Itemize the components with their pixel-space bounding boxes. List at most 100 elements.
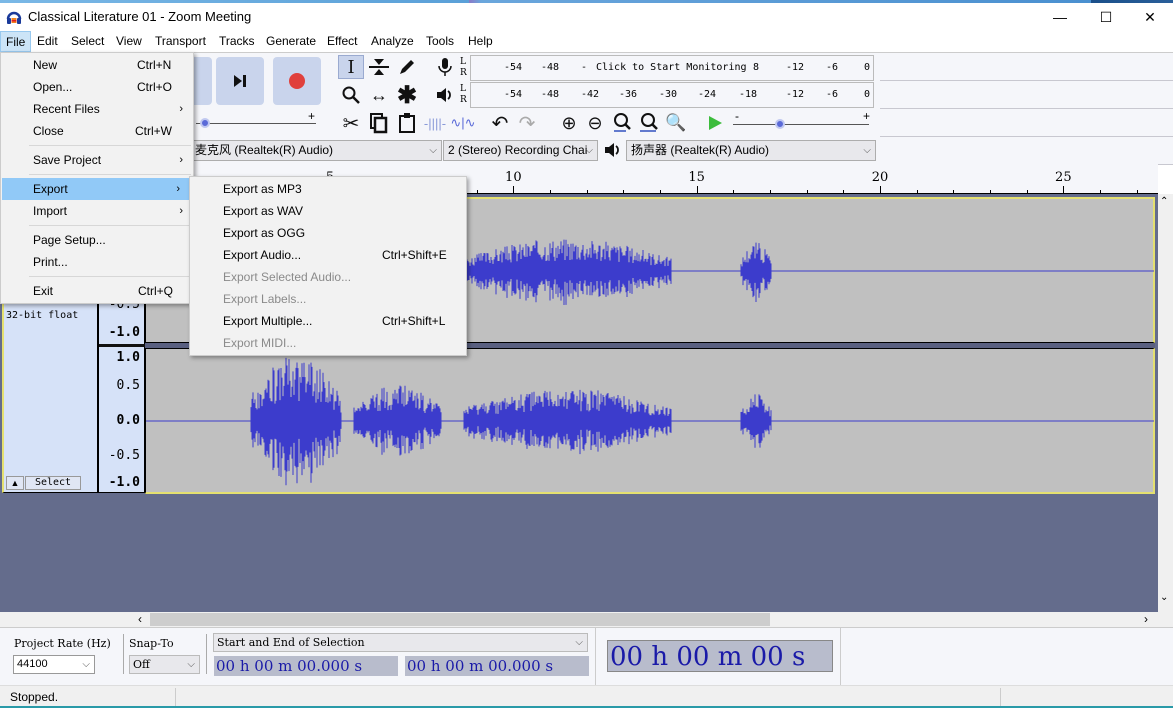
undo-icon: ↶	[491, 112, 509, 135]
export-submenu: Export as MP3 Export as WAV Export as OG…	[189, 176, 467, 356]
menu-item-page-setup[interactable]: Page Setup...	[1, 229, 193, 251]
zoom-toggle-icon: 🔍	[665, 113, 687, 132]
menu-item-export-mp3[interactable]: Export as MP3	[190, 178, 466, 200]
fit-selection-button[interactable]	[609, 111, 635, 135]
fit-selection-icon	[614, 113, 631, 132]
paste-button[interactable]	[394, 111, 420, 135]
menu-effect[interactable]: Effect	[322, 31, 362, 52]
triangle-up-icon: ▲	[10, 478, 20, 488]
selection-tool[interactable]: I	[338, 55, 364, 79]
selection-end-time[interactable]: 00 h 00 m 00.000 s	[405, 656, 589, 676]
scissors-icon: ✂	[342, 112, 360, 135]
chevron-right-icon: ›	[179, 154, 183, 166]
menu-item-open[interactable]: Open... Ctrl+O	[1, 76, 193, 98]
audacity-logo-icon	[6, 11, 22, 24]
menu-item-print[interactable]: Print...	[1, 251, 193, 273]
audio-position-time[interactable]: 00 h 00 m 00 s	[607, 640, 833, 672]
menu-analyze[interactable]: Analyze	[366, 31, 419, 52]
undo-button[interactable]: ↶	[487, 111, 513, 135]
multi-tool[interactable]: ✱	[394, 81, 420, 109]
menu-item-export-ogg[interactable]: Export as OGG	[190, 222, 466, 244]
skip-to-end-button[interactable]	[216, 57, 264, 105]
menu-item-recent-files[interactable]: Recent Files ›	[1, 98, 193, 120]
snap-to-select[interactable]: Off ⌵	[129, 655, 200, 674]
envelope-icon	[369, 59, 389, 75]
playback-speed-slider[interactable]: - +	[733, 109, 873, 131]
menu-generate[interactable]: Generate	[261, 31, 321, 52]
file-menu-dropdown: New Ctrl+N Open... Ctrl+O Recent Files › Cl…	[0, 52, 194, 304]
menu-edit[interactable]: Edit	[32, 31, 63, 52]
menu-item-export-wav[interactable]: Export as WAV	[190, 200, 466, 222]
menu-item-export-multiple[interactable]: Export Multiple... Ctrl+Shift+L	[190, 310, 466, 332]
trim-button[interactable]: -||||-	[422, 111, 448, 135]
recording-volume-slider[interactable]: +	[196, 109, 318, 131]
asterisk-icon: ✱	[396, 81, 418, 109]
record-button[interactable]	[273, 57, 321, 105]
menu-item-export-audio[interactable]: Export Audio... Ctrl+Shift+E	[190, 244, 466, 266]
time-shift-tool[interactable]: ↔	[366, 83, 392, 107]
menu-item-new[interactable]: New Ctrl+N	[1, 54, 193, 76]
scroll-right-icon[interactable]: ›	[1144, 612, 1148, 626]
menu-help[interactable]: Help	[463, 31, 498, 52]
menu-tools[interactable]: Tools	[421, 31, 459, 52]
scroll-down-icon[interactable]: ⌄	[1160, 592, 1168, 603]
selection-mode-select[interactable]: Start and End of Selection ⌵	[213, 633, 588, 652]
menu-item-close[interactable]: Close Ctrl+W	[1, 120, 193, 142]
zoom-toggle-button[interactable]: 🔍	[663, 111, 689, 135]
vertical-scrollbar[interactable]: ⌃ ⌄	[1158, 194, 1173, 612]
collapse-track-button[interactable]: ▲	[6, 476, 24, 490]
redo-button[interactable]: ↷	[514, 111, 540, 135]
silence-button[interactable]: ∿|∿	[450, 111, 476, 135]
zoom-out-button[interactable]: ⊖	[582, 111, 608, 135]
close-button[interactable]: ✕	[1127, 3, 1173, 31]
double-arrow-icon: ↔	[370, 84, 388, 105]
horizontal-scrollbar[interactable]: ‹ ›	[0, 612, 1173, 627]
project-rate-select[interactable]: 44100 ⌵	[13, 655, 95, 674]
select-track-button[interactable]: Select	[25, 476, 81, 490]
playback-meter-button[interactable]	[432, 83, 458, 107]
play-meter-channels: LR	[460, 84, 467, 105]
menu-transport[interactable]: Transport	[150, 31, 211, 52]
menu-item-export[interactable]: Export ›	[2, 178, 190, 200]
selection-start-time[interactable]: 00 h 00 m 00.000 s	[214, 656, 398, 676]
record-meter-button[interactable]	[432, 55, 458, 79]
recording-meter[interactable]: -54 -48 - Click to Start Monitoring 8 -1…	[470, 55, 874, 81]
microphone-icon	[438, 58, 452, 76]
menu-tracks[interactable]: Tracks	[214, 31, 260, 52]
scroll-up-icon[interactable]: ⌃	[1160, 196, 1168, 207]
slider-thumb[interactable]	[200, 118, 210, 128]
zoom-tool[interactable]	[338, 83, 364, 107]
chevron-down-icon: ⌵	[575, 637, 583, 648]
menu-view[interactable]: View	[111, 31, 147, 52]
menu-item-import[interactable]: Import ›	[1, 200, 193, 222]
menu-select[interactable]: Select	[66, 31, 109, 52]
scroll-left-icon[interactable]: ‹	[138, 612, 142, 626]
chevron-down-icon: ⌵	[82, 659, 90, 670]
fit-project-button[interactable]	[636, 111, 662, 135]
maximize-button[interactable]: ☐	[1083, 3, 1129, 31]
chevron-right-icon: ›	[176, 183, 180, 195]
input-device-select[interactable]: 麦克风 (Realtek(R) Audio) ⌵	[190, 140, 442, 161]
ruler-label: 25	[1055, 170, 1072, 185]
playback-meter[interactable]: -54 -48 -42 -36 -30 -24 -18 -12 -6 0	[470, 82, 874, 108]
minimize-button[interactable]: —	[1037, 3, 1083, 31]
menu-item-exit[interactable]: Exit Ctrl+Q	[1, 280, 193, 302]
draw-tool[interactable]	[394, 55, 420, 79]
envelope-tool[interactable]	[366, 55, 392, 79]
pencil-icon	[400, 60, 414, 74]
horizontal-scroll-thumb[interactable]	[150, 613, 770, 626]
recording-channels-select[interactable]: 2 (Stereo) Recording Chai ⌵	[443, 140, 598, 161]
output-device-select[interactable]: 扬声器 (Realtek(R) Audio) ⌵	[626, 140, 876, 161]
snap-to-label: Snap-To	[129, 637, 174, 650]
play-at-speed-button[interactable]	[702, 111, 728, 135]
waveform-right-channel[interactable]	[145, 348, 1155, 494]
chevron-right-icon: ›	[179, 205, 183, 217]
menu-item-save-project[interactable]: Save Project ›	[1, 149, 193, 171]
copy-button[interactable]	[366, 111, 392, 135]
zoom-in-button[interactable]: ⊕	[556, 111, 582, 135]
cut-button[interactable]: ✂	[338, 111, 364, 135]
silence-audio-icon: ∿|∿	[450, 115, 476, 130]
speed-slider-thumb[interactable]	[775, 119, 785, 129]
menu-file[interactable]: File	[0, 31, 32, 52]
menu-bar: File Edit Select View Transport Tracks G…	[0, 31, 1173, 52]
